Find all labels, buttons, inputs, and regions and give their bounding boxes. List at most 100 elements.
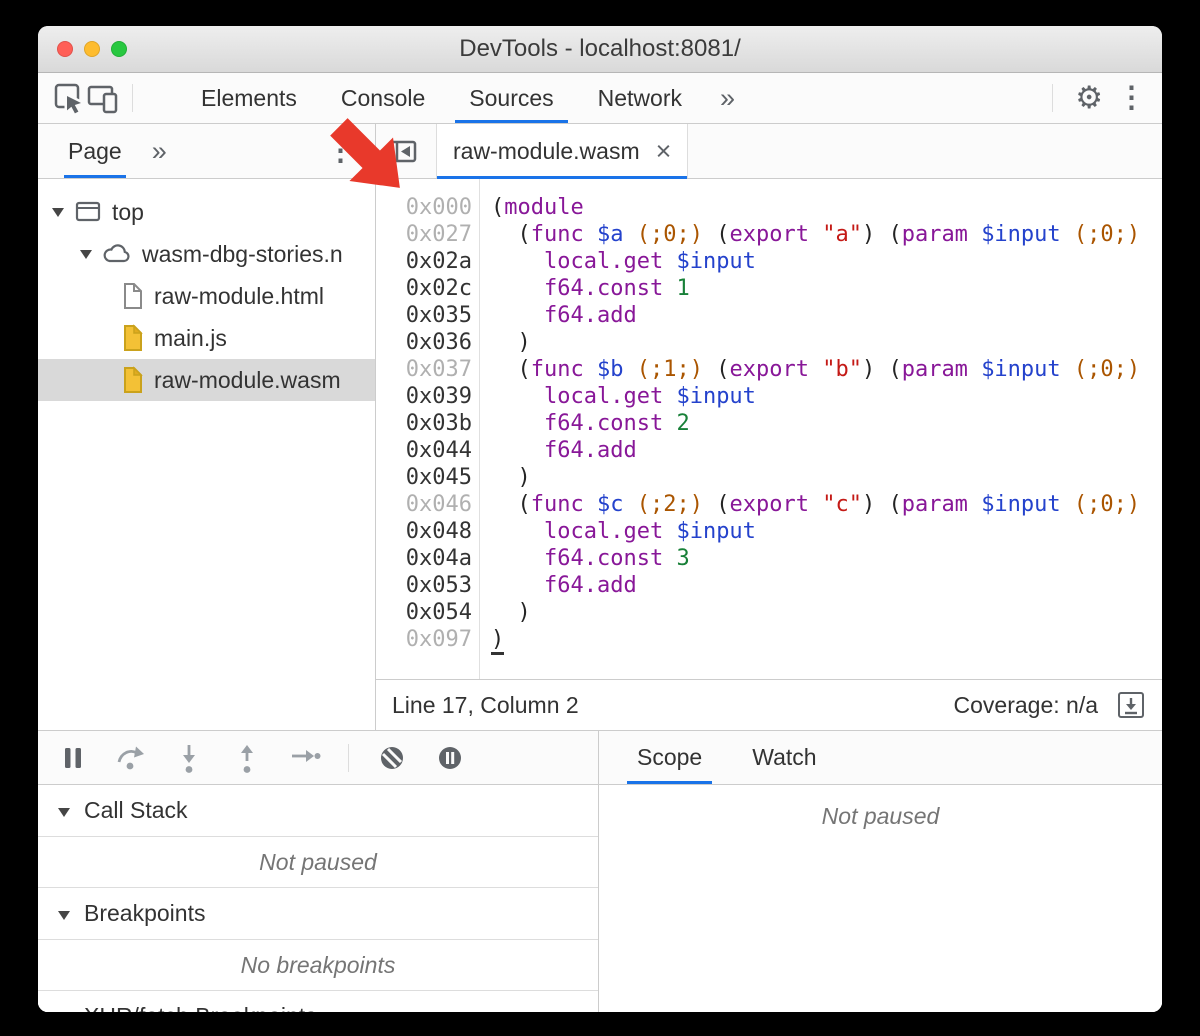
scope-message: Not paused: [599, 785, 1162, 830]
byte-offset[interactable]: 0x037: [376, 356, 472, 383]
settings-gear-icon[interactable]: ⚙: [1075, 81, 1103, 115]
byte-offset[interactable]: 0x048: [376, 518, 472, 545]
byte-offset[interactable]: 0x036: [376, 329, 472, 356]
byte-offset[interactable]: 0x03b: [376, 410, 472, 437]
code-text: (module: [472, 194, 584, 221]
byte-offset[interactable]: 0x02a: [376, 248, 472, 275]
code-editor[interactable]: 0x000(module0x027 (func $a (;0;) (export…: [376, 179, 1162, 679]
devtools-root: ElementsConsoleSourcesNetwork » ⚙ ⋮ Page…: [38, 73, 1162, 1012]
byte-offset[interactable]: 0x053: [376, 572, 472, 599]
navigator-tab-page[interactable]: Page: [50, 124, 140, 178]
code-text: f64.add: [472, 572, 637, 599]
section-header-xhr-fetch-breakpoints[interactable]: XHR/fetch Breakpoints: [38, 991, 598, 1012]
code-line: 0x036 ): [376, 329, 1162, 356]
code-line: 0x037 (func $b (;1;) (export "b") (param…: [376, 356, 1162, 383]
step-over-icon[interactable]: [114, 741, 148, 775]
section-header-call-stack[interactable]: Call Stack: [38, 785, 598, 837]
code-line: 0x000(module: [376, 194, 1162, 221]
debugger-toolbar: [38, 731, 598, 785]
tree-item-label: main.js: [154, 325, 227, 352]
navigator-header: Page » ⋮: [38, 124, 375, 179]
device-toolbar-icon[interactable]: [86, 81, 120, 115]
inspect-element-icon[interactable]: [52, 81, 86, 115]
tab-watch[interactable]: Watch: [738, 731, 830, 784]
tree-item-label: raw-module.html: [154, 283, 324, 310]
toggle-navigator-icon[interactable]: [386, 134, 420, 168]
section-message: Not paused: [38, 837, 598, 888]
tab-elements[interactable]: Elements: [179, 73, 319, 123]
byte-offset[interactable]: 0x000: [376, 194, 472, 221]
code-text: (func $c (;2;) (export "c") (param $inpu…: [472, 491, 1140, 518]
step-out-icon[interactable]: [230, 741, 264, 775]
step-into-icon[interactable]: [172, 741, 206, 775]
tree-item-main-js[interactable]: main.js: [38, 317, 375, 359]
more-panels-button[interactable]: »: [704, 73, 751, 123]
code-text: ): [472, 464, 531, 491]
scope-tabs: Scope Watch: [599, 731, 1162, 785]
byte-offset[interactable]: 0x027: [376, 221, 472, 248]
byte-offset[interactable]: 0x097: [376, 626, 472, 653]
byte-offset[interactable]: 0x02c: [376, 275, 472, 302]
code-line: 0x045 ): [376, 464, 1162, 491]
tree-item-raw-module-html[interactable]: raw-module.html: [38, 275, 375, 317]
close-window-button[interactable]: [57, 41, 73, 57]
code-line: 0x04a f64.const 3: [376, 545, 1162, 572]
code-line: 0x054 ): [376, 599, 1162, 626]
section-header-breakpoints[interactable]: Breakpoints: [38, 888, 598, 940]
minimize-window-button[interactable]: [84, 41, 100, 57]
tree-item-wasm-dbg-stories-n[interactable]: wasm-dbg-stories.n: [38, 233, 375, 275]
byte-offset[interactable]: 0x044: [376, 437, 472, 464]
tree-item-label: raw-module.wasm: [154, 367, 341, 394]
scope-watch-pane: Scope Watch Not paused: [599, 731, 1162, 1012]
tab-scope[interactable]: Scope: [623, 731, 716, 784]
editor-tab-raw-module-wasm[interactable]: raw-module.wasm ×: [436, 124, 688, 178]
code-line: 0x048 local.get $input: [376, 518, 1162, 545]
zoom-window-button[interactable]: [111, 41, 127, 57]
close-tab-icon[interactable]: ×: [656, 138, 672, 165]
step-icon[interactable]: [288, 741, 322, 775]
byte-offset[interactable]: 0x039: [376, 383, 472, 410]
tree-item-label: top: [112, 199, 144, 226]
section-title: Call Stack: [84, 797, 188, 824]
tab-console[interactable]: Console: [319, 73, 447, 123]
byte-offset[interactable]: 0x045: [376, 464, 472, 491]
kebab-menu-icon[interactable]: ⋮: [1117, 81, 1146, 115]
navigator-menu-icon[interactable]: ⋮: [326, 134, 355, 168]
script-icon: [122, 324, 144, 352]
byte-offset[interactable]: 0x035: [376, 302, 472, 329]
section-message: No breakpoints: [38, 940, 598, 991]
sources-content: Page » ⋮ top wasm-dbg-stories.n raw-module…: [38, 124, 1162, 730]
script-icon: [122, 366, 144, 394]
code-line: 0x027 (func $a (;0;) (export "a") (param…: [376, 221, 1162, 248]
deactivate-breakpoints-icon[interactable]: [375, 741, 409, 775]
devtools-window: DevTools - localhost:8081/: [38, 26, 1162, 1012]
cursor-position-label: Line 17, Column 2: [392, 692, 579, 719]
coverage-label: Coverage: n/a: [954, 692, 1098, 719]
code-text: (func $b (;1;) (export "b") (param $inpu…: [472, 356, 1140, 383]
tab-network[interactable]: Network: [576, 73, 704, 123]
code-text: ): [472, 329, 531, 356]
code-text: local.get $input: [472, 518, 756, 545]
tree-item-top[interactable]: top: [38, 191, 375, 233]
code-line: 0x053 f64.add: [376, 572, 1162, 599]
code-text: (func $a (;0;) (export "a") (param $inpu…: [472, 221, 1140, 248]
coverage-report-icon[interactable]: [1114, 688, 1148, 722]
byte-offset[interactable]: 0x046: [376, 491, 472, 518]
pause-on-exceptions-icon[interactable]: [433, 741, 467, 775]
tab-sources[interactable]: Sources: [447, 73, 575, 123]
editor-statusbar: Line 17, Column 2 Coverage: n/a: [376, 679, 1162, 730]
code-text: f64.add: [472, 302, 637, 329]
pause-script-icon[interactable]: [56, 741, 90, 775]
byte-offset[interactable]: 0x054: [376, 599, 472, 626]
navigator-more-tabs-button[interactable]: »: [140, 124, 179, 178]
code-text: f64.add: [472, 437, 637, 464]
code-text: ): [472, 599, 531, 626]
code-line: 0x097): [376, 626, 1162, 653]
editor-tabstrip: raw-module.wasm ×: [376, 124, 1162, 179]
code-line: 0x046 (func $c (;2;) (export "c") (param…: [376, 491, 1162, 518]
tree-item-raw-module-wasm[interactable]: raw-module.wasm: [38, 359, 375, 401]
disclosure-triangle-icon: [50, 206, 66, 218]
code-text: f64.const 3: [472, 545, 690, 572]
editor-tab-label: raw-module.wasm: [453, 138, 640, 165]
byte-offset[interactable]: 0x04a: [376, 545, 472, 572]
